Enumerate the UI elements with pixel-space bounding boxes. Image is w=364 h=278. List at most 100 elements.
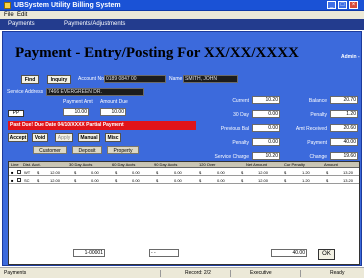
summary-value[interactable]: 20.70	[330, 96, 358, 104]
nav-payments[interactable]: Payments	[8, 20, 35, 29]
cell: $	[326, 178, 329, 183]
cell: $	[241, 178, 244, 183]
misc-button[interactable]: Misc	[105, 133, 121, 142]
amount-due-label: Amount Due	[100, 99, 128, 105]
summary-value[interactable]: 10.20	[252, 152, 280, 160]
column-header[interactable]: 120 Over	[199, 162, 215, 168]
last-receipt-label: Last Receipt	[113, 251, 141, 257]
column-header[interactable]: Cur Penalty	[284, 162, 305, 168]
row-checkbox[interactable]	[17, 170, 21, 174]
column-header[interactable]: Dist. Acct.	[23, 162, 41, 168]
tab-customer[interactable]: Customer	[33, 146, 67, 154]
app-icon	[4, 2, 11, 9]
status-bar: Payments Record: 2/2 Executive Ready	[0, 267, 364, 278]
row-marker: ■	[11, 170, 14, 175]
status-left: Payments	[4, 270, 27, 276]
cell: 12.00	[50, 170, 61, 175]
account-field[interactable]: 0189 0847 00	[104, 75, 166, 83]
cell: 12.00	[50, 178, 61, 183]
cell: 0.00	[91, 170, 99, 175]
summary-value[interactable]: 0.00	[252, 138, 280, 146]
amount-due-field[interactable]: 10.00	[100, 108, 126, 116]
summary-value[interactable]: 1.20	[330, 110, 358, 118]
total-posted-label: Total Posted	[231, 251, 259, 257]
cell: $	[199, 170, 202, 175]
cell: 0.00	[132, 178, 140, 183]
user-label: Admin -	[341, 54, 360, 60]
last-receipt-field[interactable]: - -	[149, 249, 179, 257]
column-header[interactable]: Line	[11, 162, 19, 168]
inquiry-button[interactable]: Inquiry	[47, 75, 71, 84]
accept-button[interactable]: Accept	[8, 133, 28, 142]
account-label: Account No	[78, 76, 104, 82]
summary-label: Change	[309, 154, 327, 160]
menu-file[interactable]: File	[4, 11, 14, 19]
cell: $	[241, 170, 244, 175]
status-mode: Executive	[250, 270, 272, 276]
row-id: SC	[24, 178, 30, 183]
manual-button[interactable]: Manual	[78, 133, 100, 142]
cell: $	[326, 170, 329, 175]
status-separator	[160, 270, 161, 277]
name-field[interactable]: SMITH, JOHN	[183, 75, 238, 83]
minimize-button[interactable]: _	[327, 1, 336, 9]
page-title: Payment - Entry/Posting For XX/XX/XXXX	[15, 45, 299, 61]
cell: 12.00	[258, 170, 269, 175]
column-header[interactable]: Net Amount	[246, 162, 267, 168]
title-bar: UBSystem Utility Billing System _ □ ×	[0, 0, 364, 11]
cell: $	[199, 178, 202, 183]
column-header[interactable]: Amount	[324, 162, 338, 168]
status-right: Ready	[330, 270, 345, 276]
name-label: Name	[169, 76, 183, 82]
column-header[interactable]: 90 Day Accts	[154, 162, 177, 168]
cell: 0.00	[132, 170, 140, 175]
summary-value[interactable]: 19.60	[330, 152, 358, 160]
summary-label: 30 Day	[233, 112, 249, 118]
ok-button[interactable]: OK	[318, 249, 335, 260]
cell: $	[37, 178, 40, 183]
status-separator	[300, 270, 301, 277]
status-code-field[interactable]: PP	[8, 110, 24, 117]
nav-payments-adjustments[interactable]: Payments/Adjustments	[64, 20, 125, 29]
menu-edit[interactable]: Edit	[17, 11, 27, 19]
cell: 1.20	[302, 170, 310, 175]
payment-amt-label: Payment Amt	[63, 99, 93, 105]
maximize-button[interactable]: □	[338, 1, 347, 9]
table-row[interactable]: ■ SC $ 12.00 $ 0.00 $ 0.00 $ 0.00 $ 0.00…	[9, 177, 359, 184]
summary-value[interactable]: 40.00	[330, 138, 358, 146]
row-id: WT	[24, 170, 31, 175]
summary-value[interactable]: 0.00	[252, 124, 280, 132]
cell: $	[74, 170, 77, 175]
summary-label: Previous Bal	[220, 126, 249, 132]
column-header[interactable]: 60 Day Accts	[112, 162, 135, 168]
past-due-alert: Past Due! Due Date 04/10/XXXX Partial Pa…	[8, 121, 196, 130]
find-button[interactable]: Find	[21, 75, 39, 84]
cell: $	[37, 170, 40, 175]
cell: $	[156, 170, 159, 175]
column-header[interactable]: 30 Day Accts	[69, 162, 92, 168]
nav-bar: Payments Payments/Adjustments	[0, 19, 364, 30]
apply-button[interactable]: Apply	[55, 133, 73, 142]
distribution-grid[interactable]: Line Dist. Acct. 30 Day Accts 60 Day Acc…	[8, 161, 360, 265]
summary-label: Balance	[308, 98, 327, 104]
total-posted-field[interactable]: 40.00	[271, 249, 307, 257]
void-button[interactable]: Void	[32, 133, 48, 142]
tab-deposit[interactable]: Deposit	[72, 146, 102, 154]
close-button[interactable]: ×	[349, 1, 358, 9]
window-title: UBSystem Utility Billing System	[14, 2, 121, 9]
table-row[interactable]: ■ WT $ 12.00 $ 0.00 $ 0.00 $ 0.00 $ 0.00…	[9, 169, 359, 176]
summary-label: Service Charge	[214, 154, 249, 160]
summary-value[interactable]: 0.00	[252, 110, 280, 118]
cell: $	[115, 170, 118, 175]
tab-property[interactable]: Property	[107, 146, 139, 154]
row-checkbox[interactable]	[17, 178, 21, 182]
batch-field[interactable]: 1-00001	[73, 249, 105, 257]
service-address-field[interactable]: 7466 EVERGREEN DR.	[46, 88, 144, 96]
summary-value[interactable]: 20.60	[330, 124, 358, 132]
summary-label: Payment	[307, 140, 327, 146]
summary-value[interactable]: 10.20	[252, 96, 280, 104]
row-marker: ■	[11, 178, 14, 183]
batch-label: Batch No	[23, 251, 44, 257]
payment-form: Payment - Entry/Posting For XX/XX/XXXX A…	[2, 31, 362, 266]
payment-amt-field[interactable]: 10.00	[63, 108, 89, 116]
